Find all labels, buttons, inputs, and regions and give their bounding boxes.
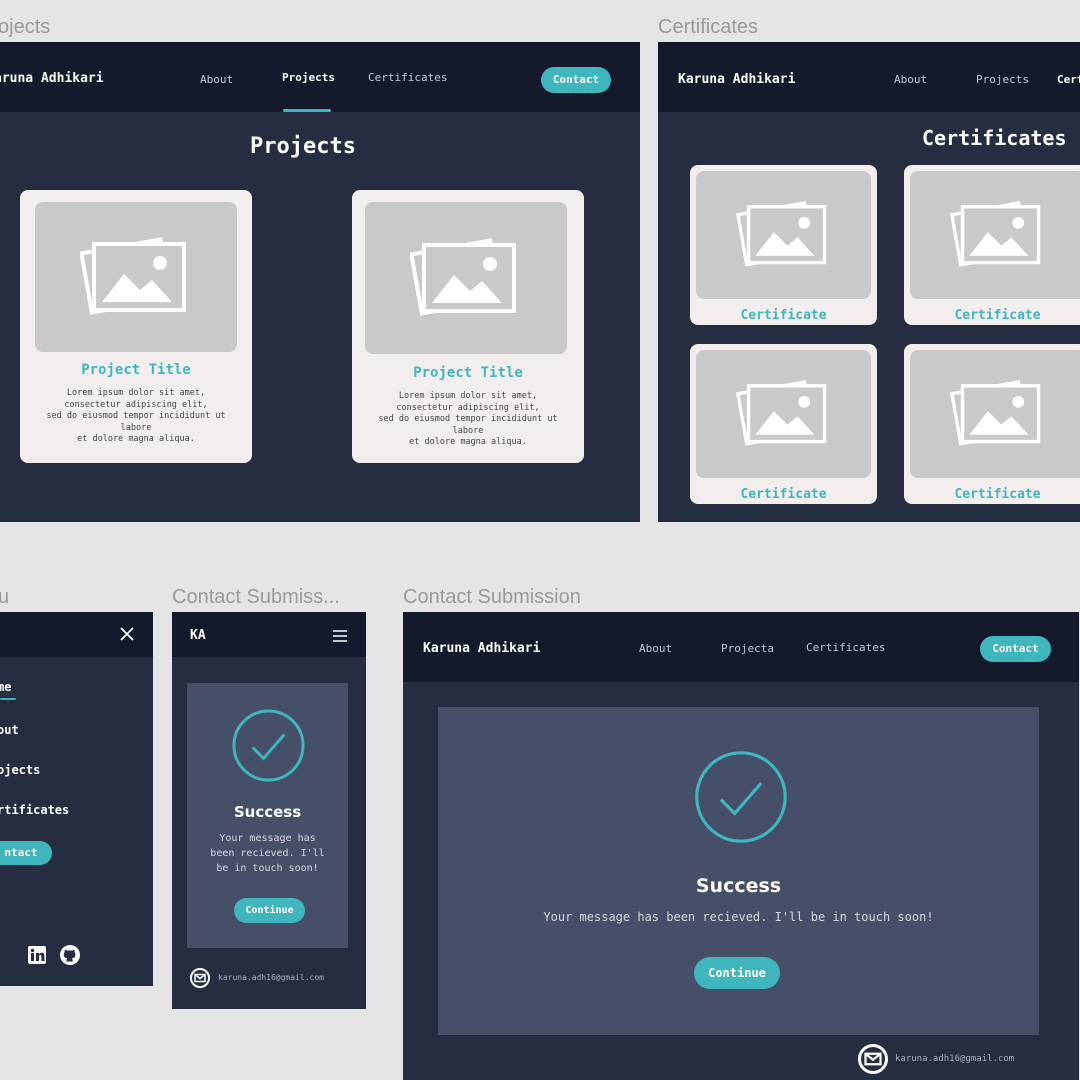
certificate-card[interactable]: Certificate	[904, 344, 1080, 504]
certificates-frame: Karuna Adhikari About Projects Cert Cert…	[658, 42, 1080, 522]
certificate-card[interactable]: Certificate	[904, 165, 1080, 325]
brand-name[interactable]: aruna Adhikari	[0, 71, 104, 86]
navbar: KA	[172, 612, 366, 657]
contact-success-desktop-frame: Karuna Adhikari About Projecta Certifica…	[403, 612, 1079, 1080]
hamburger-menu-icon[interactable]	[333, 627, 347, 646]
nav-link-projects[interactable]: Projects	[282, 71, 335, 84]
continue-button[interactable]: Continue	[694, 957, 780, 989]
brand-initials[interactable]: KA	[190, 628, 206, 643]
nav-link-about[interactable]: About	[639, 642, 672, 655]
nav-link-about[interactable]: About	[894, 73, 927, 86]
success-check-icon	[693, 749, 789, 849]
certificate-label: Certificate	[740, 308, 827, 323]
active-tab-indicator	[283, 109, 331, 112]
success-title: Success	[233, 803, 302, 821]
email-address[interactable]: karuna.adh16@gmail.com	[895, 1054, 1014, 1064]
project-title[interactable]: Project Title	[20, 362, 252, 378]
contact-button[interactable]: ntact	[0, 841, 52, 865]
linkedin-icon[interactable]	[28, 946, 46, 968]
image-placeholder	[365, 202, 567, 354]
image-icon	[949, 195, 1046, 275]
frame-label-contact-mobile: Contact Submiss...	[172, 586, 340, 608]
image-placeholder	[35, 202, 237, 352]
image-placeholder	[910, 171, 1080, 299]
frame-label-projects: ojects	[0, 16, 51, 38]
contact-success-mobile-frame: KA Success Your message has been recieve…	[172, 612, 366, 1009]
email-address[interactable]: karuna.adh16@gmail.com	[218, 973, 324, 982]
page-title: Projects	[250, 134, 356, 159]
navbar	[0, 612, 153, 657]
brand-name[interactable]: Karuna Adhikari	[678, 72, 795, 87]
close-icon[interactable]	[118, 625, 136, 647]
github-icon[interactable]	[60, 945, 80, 969]
frame-label-menu: u	[0, 586, 10, 608]
image-icon	[79, 230, 192, 324]
project-card[interactable]: Project Title Lorem ipsum dolor sit amet…	[20, 190, 252, 463]
project-title[interactable]: Project Title	[352, 365, 584, 381]
project-card[interactable]: Project Title Lorem ipsum dolor sit amet…	[352, 190, 584, 463]
image-placeholder	[696, 171, 871, 299]
active-item-indicator	[0, 698, 16, 700]
success-check-icon	[231, 708, 306, 787]
navbar: Karuna Adhikari About Projects Cert	[658, 42, 1080, 112]
menu-item-projects[interactable]: ojects	[0, 763, 40, 777]
certificate-label: Certificate	[954, 487, 1041, 502]
certificate-card[interactable]: Certificate	[690, 165, 877, 325]
nav-link-certificates[interactable]: Certificates	[368, 71, 447, 84]
email-icon	[858, 1044, 888, 1078]
menu-item-about[interactable]: out	[0, 723, 19, 737]
success-message: Your message has been recieved. I'll be …	[543, 910, 934, 924]
success-panel: Success Your message has been recieved. …	[187, 683, 348, 948]
frame-label-contact-desktop: Contact Submission	[403, 586, 581, 608]
success-title: Success	[695, 875, 782, 897]
certificate-card[interactable]: Certificate	[690, 344, 877, 504]
nav-link-certificates[interactable]: Certificates	[806, 641, 885, 654]
navbar: Karuna Adhikari About Projecta Certifica…	[403, 612, 1079, 682]
image-placeholder	[696, 350, 871, 478]
nav-link-projects[interactable]: Projecta	[721, 642, 774, 655]
image-icon	[735, 374, 832, 454]
certificate-label: Certificate	[740, 487, 827, 502]
contact-button[interactable]: Contact	[541, 67, 611, 93]
mobile-menu-frame: me out ojects rtificates ntact	[0, 612, 153, 986]
menu-item-home[interactable]: me	[0, 680, 11, 694]
success-message: Your message has been recieved. I'll be …	[210, 833, 325, 874]
image-placeholder	[910, 350, 1080, 478]
navbar: aruna Adhikari About Projects Certificat…	[0, 42, 640, 112]
image-icon	[409, 231, 522, 325]
nav-link-certificates[interactable]: Cert	[1057, 73, 1080, 86]
email-icon	[190, 968, 210, 992]
nav-link-about[interactable]: About	[200, 73, 233, 86]
continue-button[interactable]: Continue	[234, 898, 305, 923]
project-description: Lorem ipsum dolor sit amet, consectetur …	[46, 388, 226, 444]
image-icon	[735, 195, 832, 275]
contact-button[interactable]: Contact	[980, 636, 1051, 662]
certificate-label: Certificate	[954, 308, 1041, 323]
success-panel: Success Your message has been recieved. …	[438, 707, 1039, 1035]
project-description: Lorem ipsum dolor sit amet, consectetur …	[378, 391, 558, 447]
menu-item-certificates[interactable]: rtificates	[0, 803, 69, 817]
page-title: Certificates	[922, 126, 1067, 150]
nav-link-projects[interactable]: Projects	[976, 73, 1029, 86]
frame-label-certificates: Certificates	[658, 16, 759, 38]
brand-name[interactable]: Karuna Adhikari	[423, 641, 540, 656]
image-icon	[949, 374, 1046, 454]
projects-frame: aruna Adhikari About Projects Certificat…	[0, 42, 640, 522]
